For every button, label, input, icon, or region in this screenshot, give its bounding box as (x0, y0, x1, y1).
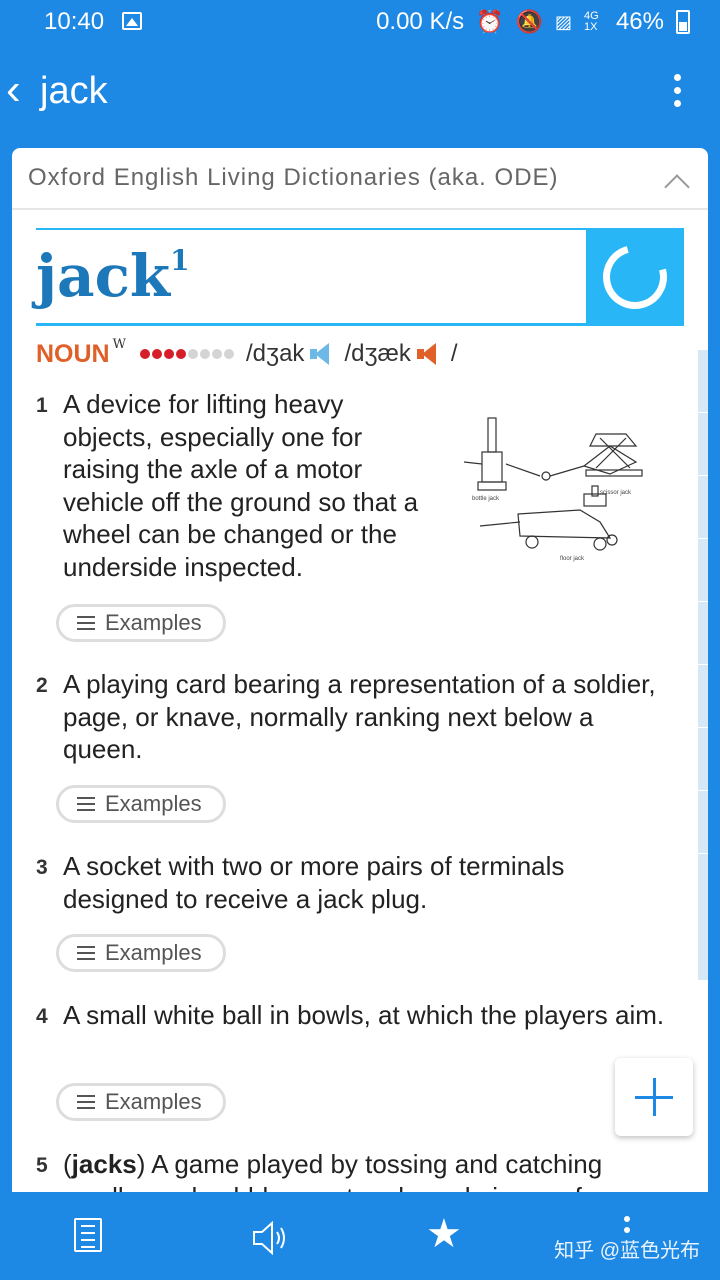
illustration-label: bottle jack (472, 496, 500, 502)
sense-number: 2 (36, 674, 48, 697)
image-notification-icon (122, 12, 142, 30)
plus-icon (635, 1078, 673, 1116)
pronunciation-line: NOUN W /dʒak /dʒæk / (36, 336, 458, 372)
sense-definition: A socket with two or more pairs of termi… (63, 851, 565, 914)
status-right: 0.00 K/s ⏰ 🔕 ▨ 4G 1X 46% (376, 8, 690, 36)
star-icon[interactable]: ★ (426, 1214, 466, 1254)
sense-definition: A playing card bearing a representation … (63, 669, 656, 764)
menu-lines-icon (77, 616, 95, 630)
mute-icon: 🔕 (515, 9, 543, 34)
dictionary-name: Oxford English Living Dictionaries (aka.… (28, 164, 559, 191)
illustration-label: scissor jack (600, 490, 632, 496)
headword: jack1 (36, 242, 190, 310)
examples-button[interactable]: Examples (56, 1083, 226, 1121)
menu-lines-icon (77, 946, 95, 960)
sense-1: 1 A device for lifting heavy objects, es… (36, 388, 428, 583)
sense-number: 4 (36, 1005, 48, 1028)
sense-number: 1 (36, 394, 48, 417)
network-speed: 0.00 K/s (376, 8, 465, 35)
menu-lines-icon (77, 797, 95, 811)
frequency-dots (139, 349, 234, 359)
examples-label: Examples (105, 1089, 202, 1114)
sense-definition: A small white ball in bowls, at which th… (63, 1000, 665, 1030)
examples-button[interactable]: Examples (56, 604, 226, 642)
frequency-dot (175, 349, 186, 359)
examples-button[interactable]: Examples (56, 785, 226, 823)
notes-icon[interactable] (74, 1218, 102, 1252)
sense-5: 5 (jacks) A game played by tossing and c… (36, 1148, 666, 1192)
pron-us: /dʒæk (344, 340, 411, 367)
sense-2: 2 A playing card bearing a representatio… (36, 668, 666, 766)
ode-logo (586, 228, 684, 326)
examples-label: Examples (105, 610, 202, 635)
illustration-label: floor jack (560, 556, 585, 562)
speaker-us-icon[interactable] (416, 343, 437, 365)
add-button[interactable] (615, 1058, 693, 1136)
sense-bold-prefix: jacks (71, 1149, 137, 1179)
jack-illustration: bottle jack scissor jack floor jack (463, 417, 643, 562)
dictionary-header[interactable]: Oxford English Living Dictionaries (aka.… (12, 148, 708, 210)
examples-label: Examples (105, 791, 202, 816)
pron-uk: /dʒak (245, 340, 305, 367)
homograph-number: 1 (170, 243, 190, 277)
frequency-dot (151, 349, 162, 359)
watermark: 知乎 @蓝色光布 (554, 1240, 700, 1262)
part-of-speech: NOUN (36, 339, 110, 368)
battery-icon (676, 10, 690, 34)
pos-marker: W (112, 336, 126, 352)
frequency-dot (223, 349, 234, 359)
examples-button[interactable]: Examples (56, 934, 226, 972)
examples-label: Examples (105, 940, 202, 965)
battery-percent: 46% (615, 8, 664, 35)
dictionary-card: Oxford English Living Dictionaries (aka.… (12, 148, 708, 1192)
frequency-dot (139, 349, 150, 359)
menu-lines-icon (77, 1095, 95, 1109)
sound-icon[interactable] (250, 1218, 290, 1258)
sense-3: 3 A socket with two or more pairs of ter… (36, 850, 666, 915)
sense-number: 5 (36, 1154, 48, 1177)
chevron-up-icon[interactable] (664, 170, 690, 196)
back-arrow-icon[interactable]: ‹ (6, 68, 40, 116)
ode-logo-icon (591, 233, 679, 321)
bottom-bar: ★ 知乎 @蓝色光布 (0, 1192, 720, 1280)
frequency-dot (163, 349, 174, 359)
signal-icon: 4G 1X (583, 10, 599, 33)
divider (36, 228, 592, 230)
status-bar: 10:40 0.00 K/s ⏰ 🔕 ▨ 4G 1X 46% (0, 0, 720, 44)
app-bar: ‹ jack (0, 44, 720, 140)
frequency-dot (199, 349, 210, 359)
sense-definition: (jacks) A game played by tossing and cat… (63, 1148, 666, 1192)
frequency-dot (211, 349, 222, 359)
headword-banner: jack1 (36, 228, 684, 326)
alarm-icon: ⏰ (476, 9, 504, 34)
sense-number: 3 (36, 856, 48, 879)
frequency-dot (187, 349, 198, 359)
sense-definition-text: A game played by tossing and catching sm… (63, 1149, 603, 1192)
status-time: 10:40 (44, 8, 105, 35)
scrollbar[interactable] (698, 350, 708, 980)
overflow-menu-icon[interactable] (672, 74, 682, 110)
sense-4: 4 A small white ball in bowls, at which … (36, 999, 666, 1032)
sense-definition: A device for lifting heavy objects, espe… (63, 389, 419, 582)
no-sim-icon: ▨ (554, 11, 572, 32)
speaker-uk-icon[interactable] (310, 343, 330, 365)
pron-end: / (450, 340, 458, 367)
page-title: jack (40, 70, 108, 112)
